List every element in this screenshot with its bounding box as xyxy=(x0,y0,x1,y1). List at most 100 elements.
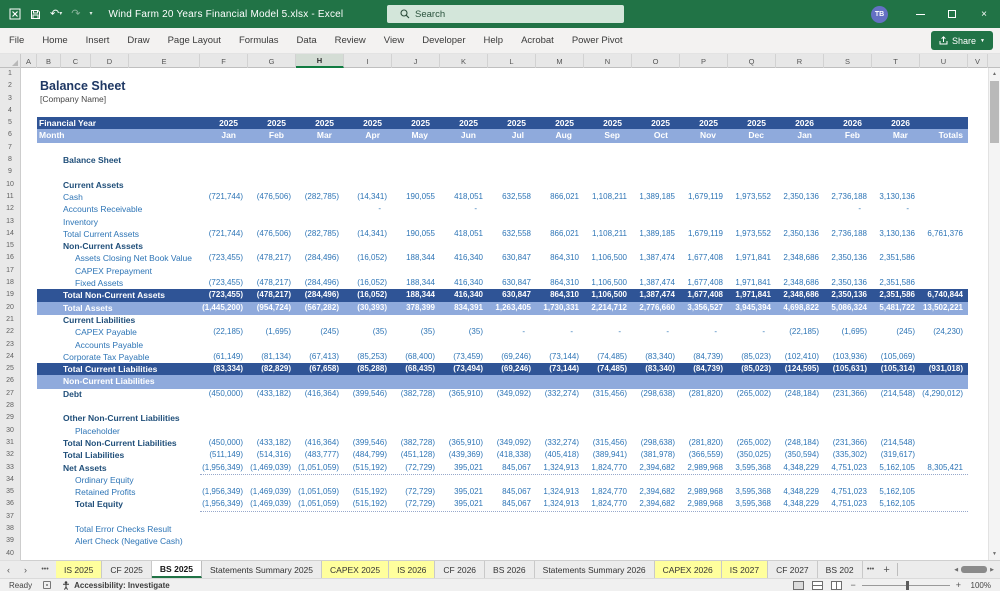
column-header-F[interactable]: F xyxy=(200,54,248,68)
cell-value[interactable]: (248,184) xyxy=(776,437,824,450)
cell-value[interactable]: (73,494) xyxy=(440,363,488,376)
row-header-9[interactable]: 9 xyxy=(0,166,21,180)
cell-value[interactable]: (476,506) xyxy=(248,228,296,241)
cell-value[interactable]: 2,736,188 xyxy=(824,191,872,204)
cell-total[interactable]: (4,290,012) xyxy=(920,388,968,401)
horizontal-scrollbar[interactable]: ◀ ▶ xyxy=(948,561,1000,578)
row-header-14[interactable]: 14 xyxy=(0,227,21,242)
ribbon-tab-page-layout[interactable]: Page Layout xyxy=(159,28,230,53)
sheet-tab-bs-2025[interactable]: BS 2025 xyxy=(151,561,203,578)
cell-value[interactable]: (73,144) xyxy=(536,363,584,376)
cell-total[interactable]: (931,018) xyxy=(920,363,968,376)
ribbon-tab-view[interactable]: View xyxy=(375,28,413,53)
select-all-corner[interactable] xyxy=(0,54,21,68)
cell-value[interactable]: (1,695) xyxy=(824,326,872,339)
cell-value[interactable]: (35) xyxy=(440,326,488,339)
month-cell[interactable]: Dec xyxy=(728,129,776,142)
cell-value[interactable]: 866,021 xyxy=(536,191,584,204)
cell-value[interactable]: (124,595) xyxy=(776,363,824,376)
cell-value[interactable]: 1,677,408 xyxy=(680,289,728,302)
row-label[interactable]: Assets Closing Net Book Value xyxy=(61,252,200,265)
cell-value[interactable]: (84,739) xyxy=(680,363,728,376)
row-label[interactable]: Total Liabilities xyxy=(61,449,200,462)
cell-value[interactable]: 2,989,968 xyxy=(680,486,728,499)
cell-value[interactable]: (231,366) xyxy=(824,437,872,450)
cell-value[interactable]: (61,149) xyxy=(200,351,248,364)
cell-value[interactable]: 866,021 xyxy=(536,228,584,241)
cell-total[interactable]: 6,761,376 xyxy=(920,228,968,241)
cell-value[interactable]: (35) xyxy=(392,326,440,339)
row-header-17[interactable]: 17 xyxy=(0,264,21,279)
cell-value[interactable]: (83,340) xyxy=(632,363,680,376)
row-header-18[interactable]: 18 xyxy=(0,277,21,291)
row-header-22[interactable]: 22 xyxy=(0,326,21,340)
cell-value[interactable]: 188,344 xyxy=(392,252,440,265)
row-header-19[interactable]: 19 xyxy=(0,289,21,303)
cell-value[interactable]: - xyxy=(536,326,584,339)
row-label[interactable]: Debt xyxy=(61,388,200,401)
cell-value[interactable]: 834,391 xyxy=(440,302,488,315)
row-label[interactable]: Total Non-Current Liabilities xyxy=(61,437,200,450)
cell-value[interactable]: (16,052) xyxy=(344,277,392,290)
cell-value[interactable]: (478,217) xyxy=(248,289,296,302)
month-cell[interactable]: Oct xyxy=(632,129,680,142)
cell-value[interactable]: 188,344 xyxy=(392,277,440,290)
excel-app-icon[interactable] xyxy=(9,6,21,22)
cell-value[interactable]: (484,799) xyxy=(344,449,392,462)
cell-value[interactable]: 5,162,105 xyxy=(872,486,920,499)
column-header-V[interactable]: V xyxy=(968,54,988,68)
cell-value[interactable]: (723,455) xyxy=(200,252,248,265)
ribbon-tab-file[interactable]: File xyxy=(0,28,33,53)
row-header-24[interactable]: 24 xyxy=(0,350,21,365)
column-header-C[interactable]: C xyxy=(61,54,91,68)
row-label[interactable]: CAPEX Payable xyxy=(61,326,200,339)
sheet-tab-cf-2026[interactable]: CF 2026 xyxy=(435,561,486,578)
cell-value[interactable]: (68,435) xyxy=(392,363,440,376)
row-header-30[interactable]: 30 xyxy=(0,424,21,438)
row-header-37[interactable]: 37 xyxy=(0,510,21,524)
cell-value[interactable]: (74,485) xyxy=(584,351,632,364)
cell-value[interactable]: (382,728) xyxy=(392,388,440,401)
ribbon-tab-formulas[interactable]: Formulas xyxy=(230,28,288,53)
month-cell[interactable]: Jan xyxy=(200,129,248,142)
cell-value[interactable]: (511,149) xyxy=(200,449,248,462)
column-header-U[interactable]: U xyxy=(920,54,968,68)
cell-value[interactable]: (83,340) xyxy=(632,351,680,364)
cell-value[interactable]: 1,263,405 xyxy=(488,302,536,315)
cell-value[interactable]: (1,695) xyxy=(248,326,296,339)
row-header-8[interactable]: 8 xyxy=(0,154,21,168)
cell-value[interactable]: (721,744) xyxy=(200,228,248,241)
customize-toolbar-icon[interactable]: ▾ xyxy=(89,6,92,22)
cell-value[interactable]: - xyxy=(824,203,872,216)
cell-value[interactable]: 2,214,712 xyxy=(584,302,632,315)
row-label[interactable]: Total Equity xyxy=(61,498,200,511)
row-label[interactable]: Accounts Receivable xyxy=(61,203,200,216)
cell-value[interactable]: (451,128) xyxy=(392,449,440,462)
zoom-slider[interactable] xyxy=(861,580,950,590)
financial-year-label[interactable]: Financial Year xyxy=(37,117,200,130)
row-header-3[interactable]: 3 xyxy=(0,92,21,106)
ribbon-tab-data[interactable]: Data xyxy=(288,28,326,53)
row-header-34[interactable]: 34 xyxy=(0,473,21,488)
row-label[interactable]: Current Assets xyxy=(61,179,200,192)
month-cell[interactable]: Mar xyxy=(296,129,344,142)
cell-value[interactable]: (214,548) xyxy=(872,437,920,450)
cell-value[interactable]: 2,348,686 xyxy=(776,252,824,265)
macro-record-icon[interactable] xyxy=(43,581,52,589)
cell-value[interactable]: (723,455) xyxy=(200,277,248,290)
cell-value[interactable]: (14,341) xyxy=(344,191,392,204)
more-sheets-right-icon[interactable]: ••• xyxy=(863,561,879,578)
cell-value[interactable]: 395,021 xyxy=(440,486,488,499)
cell-value[interactable]: 188,344 xyxy=(392,289,440,302)
cell-value[interactable]: 1,677,408 xyxy=(680,252,728,265)
row-label[interactable]: Current Liabilities xyxy=(61,314,200,327)
cell-value[interactable]: 864,310 xyxy=(536,289,584,302)
row-label[interactable]: Accounts Payable xyxy=(61,339,200,352)
cell-value[interactable]: 2,350,136 xyxy=(776,191,824,204)
cell-value[interactable]: (365,910) xyxy=(440,437,488,450)
month-label[interactable]: Month xyxy=(37,129,200,142)
year-cell[interactable]: 2025 xyxy=(296,117,344,130)
sheet-tab-bs-2026[interactable]: BS 2026 xyxy=(485,561,535,578)
cell-value[interactable]: (16,052) xyxy=(344,289,392,302)
column-header-G[interactable]: G xyxy=(248,54,296,68)
